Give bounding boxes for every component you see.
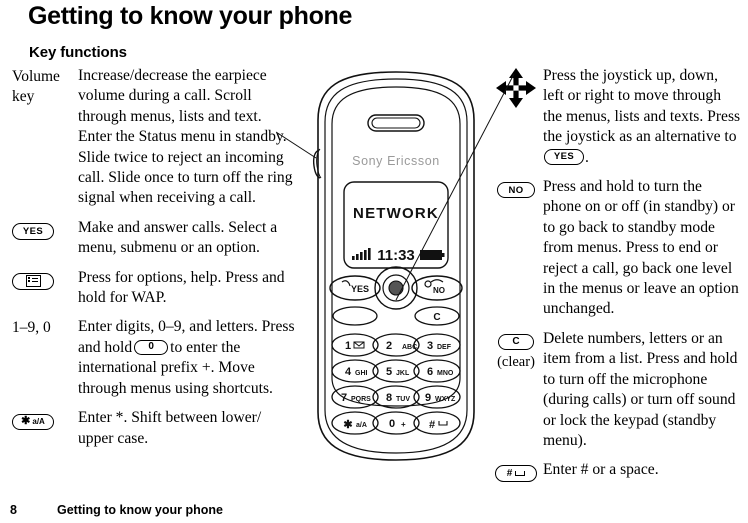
no-key-description-text: Press and hold to turn the phone on or o… — [543, 178, 739, 318]
phone-key-star-letters: a/A — [356, 422, 367, 429]
key-row-no: NO Press and hold to turn the phone on o… — [489, 177, 741, 320]
phone-key-2-letters: ABC — [402, 344, 417, 351]
phone-key-9-letters: WXYZ — [435, 396, 456, 403]
phone-key-4-label: 4 — [345, 366, 352, 378]
space-symbol-icon — [515, 470, 526, 476]
joystick-desc-part2: . — [585, 148, 589, 166]
asterisk-icon: ✱ — [21, 415, 31, 428]
volume-key-description-text: Increase/decrease the earpiece volume du… — [78, 67, 293, 207]
key-row-star: ✱ a/A Enter *. Shift between lower/ upper… — [12, 408, 298, 449]
call-answer-icon — [341, 280, 351, 287]
menu-list-icon — [25, 275, 41, 288]
phone-space-symbol-icon — [438, 421, 448, 426]
phone-key-no-label: NO — [433, 286, 445, 295]
right-key-list: Press the joystick up, down, left or rig… — [489, 66, 741, 491]
joystick-description-text: Press the joystick up, down, left or rig… — [543, 66, 741, 168]
section-heading: Key functions — [29, 44, 127, 61]
volume-key-label: Volume key — [12, 68, 60, 106]
power-icon — [424, 280, 432, 288]
phone-screen-network-text: NETWORK — [353, 205, 439, 222]
phone-key-3-letters: DEF — [437, 344, 452, 351]
leader-joystick — [395, 73, 515, 301]
options-key-icon[interactable] — [12, 272, 54, 290]
clear-key-description: Delete numbers, letters or an item from … — [543, 329, 741, 451]
hash-key-description-text: Enter # or a space. — [543, 461, 659, 479]
volume-key-description: Increase/decrease the earpiece volume du… — [78, 66, 298, 209]
yes-key-description: Make and answer calls. Select a menu, su… — [78, 218, 298, 259]
phone-key-star-label: ✱ — [343, 419, 352, 431]
phone-key-3-label: 3 — [427, 340, 433, 352]
phone-key-8-label: 8 — [386, 392, 392, 404]
page-title: Getting to know your phone — [28, 2, 353, 30]
star-key-description: Enter *. Shift between lower/ upper case… — [78, 408, 298, 449]
options-key-description: Press for options, help. Press and hold … — [78, 268, 298, 309]
key-row-options: Press for options, help. Press and hold … — [12, 268, 298, 309]
phone-key-8-letters: TUV — [396, 396, 410, 403]
phone-diagram-svg: Sony Ericsson NETWORK 11:33 YES NO C 1 2… — [275, 71, 515, 461]
yes-key-icon[interactable]: YES — [12, 222, 54, 240]
key-row-clear: C (clear) Delete numbers, letters or an … — [489, 329, 741, 451]
clear-key-description-text: Delete numbers, letters or an item from … — [543, 329, 738, 449]
star-key-icon[interactable]: ✱ a/A — [12, 413, 54, 430]
page-footer: 8 Getting to know your phone — [10, 503, 740, 517]
joystick-description: Press the joystick up, down, left or rig… — [543, 66, 741, 168]
hash-key-description: Enter # or a space. — [543, 460, 741, 480]
phone-key-0-letters: + — [401, 420, 406, 429]
phone-key-c-label: C — [433, 312, 440, 323]
phone-brand-label: Sony Ericsson — [352, 154, 440, 168]
joystick-desc-part1: Press the joystick up, down, left or rig… — [543, 67, 741, 146]
phone-key-2-label: 2 — [386, 340, 392, 352]
call-end-icon — [430, 279, 444, 283]
left-key-list: Volume key Increase/decrease the earpiec… — [12, 66, 298, 456]
options-key-description-text: Press for options, help. Press and hold … — [78, 268, 285, 307]
yes-key-inline-icon[interactable]: YES — [544, 149, 584, 166]
key-row-hash: # Enter # or a space. — [489, 460, 741, 483]
phone-screen-clock: 11:33 — [377, 247, 415, 264]
digits-key-label: 1–9, 0 — [12, 319, 51, 337]
phone-key-1-label: 1 — [345, 340, 351, 352]
digits-key-description-text: Enter digits, 0–9, and letters. Press an… — [78, 317, 298, 399]
footer-title: Getting to know your phone — [57, 503, 223, 517]
key-row-volume: Volume key Increase/decrease the earpiec… — [12, 66, 298, 209]
signal-bars-icon — [352, 248, 371, 260]
footer-page-number: 8 — [10, 503, 17, 517]
phone-key-6-label: 6 — [427, 366, 433, 378]
star-key-description-text: Enter *. Shift between lower/ upper case… — [78, 409, 262, 447]
zero-key-inline-icon[interactable]: 0 — [134, 339, 169, 355]
key-row-digits: 1–9, 0 Enter digits, 0–9, and letters. P… — [12, 317, 298, 399]
phone-key-yes-label: YES — [351, 284, 369, 294]
phone-key-0-label: 0 — [389, 418, 395, 430]
phone-key-5-letters: JKL — [396, 370, 410, 377]
digits-key-description: Enter digits, 0–9, and letters. Press an… — [78, 317, 298, 399]
phone-key-hash-label: # — [429, 419, 435, 431]
envelope-icon — [353, 341, 365, 349]
yes-key-glyph-cell: YES — [12, 218, 78, 241]
key-row-joystick: Press the joystick up, down, left or rig… — [489, 66, 741, 168]
phone-key-7-letters: PQRS — [351, 396, 371, 403]
phone-key-4-letters: GHI — [355, 370, 368, 377]
phone-key-6-letters: MNO — [437, 370, 454, 377]
key-row-yes: YES Make and answer calls. Select a menu… — [12, 218, 298, 259]
star-key-letters: a/A — [32, 416, 45, 426]
yes-key-description-text: Make and answer calls. Select a menu, su… — [78, 218, 278, 257]
star-key-glyph-cell: ✱ a/A — [12, 408, 78, 431]
phone-illustration: Sony Ericsson NETWORK 11:33 YES NO C 1 2… — [275, 60, 516, 480]
leader-lines — [275, 73, 515, 301]
no-key-description: Press and hold to turn the phone on or o… — [543, 177, 741, 320]
phone-key-9-label: 9 — [425, 392, 431, 404]
phone-key-7-label: 7 — [341, 392, 347, 404]
battery-icon — [420, 250, 445, 260]
phone-key-5-label: 5 — [386, 366, 392, 378]
leader-volume — [275, 131, 317, 159]
options-key-glyph-cell — [12, 268, 78, 291]
